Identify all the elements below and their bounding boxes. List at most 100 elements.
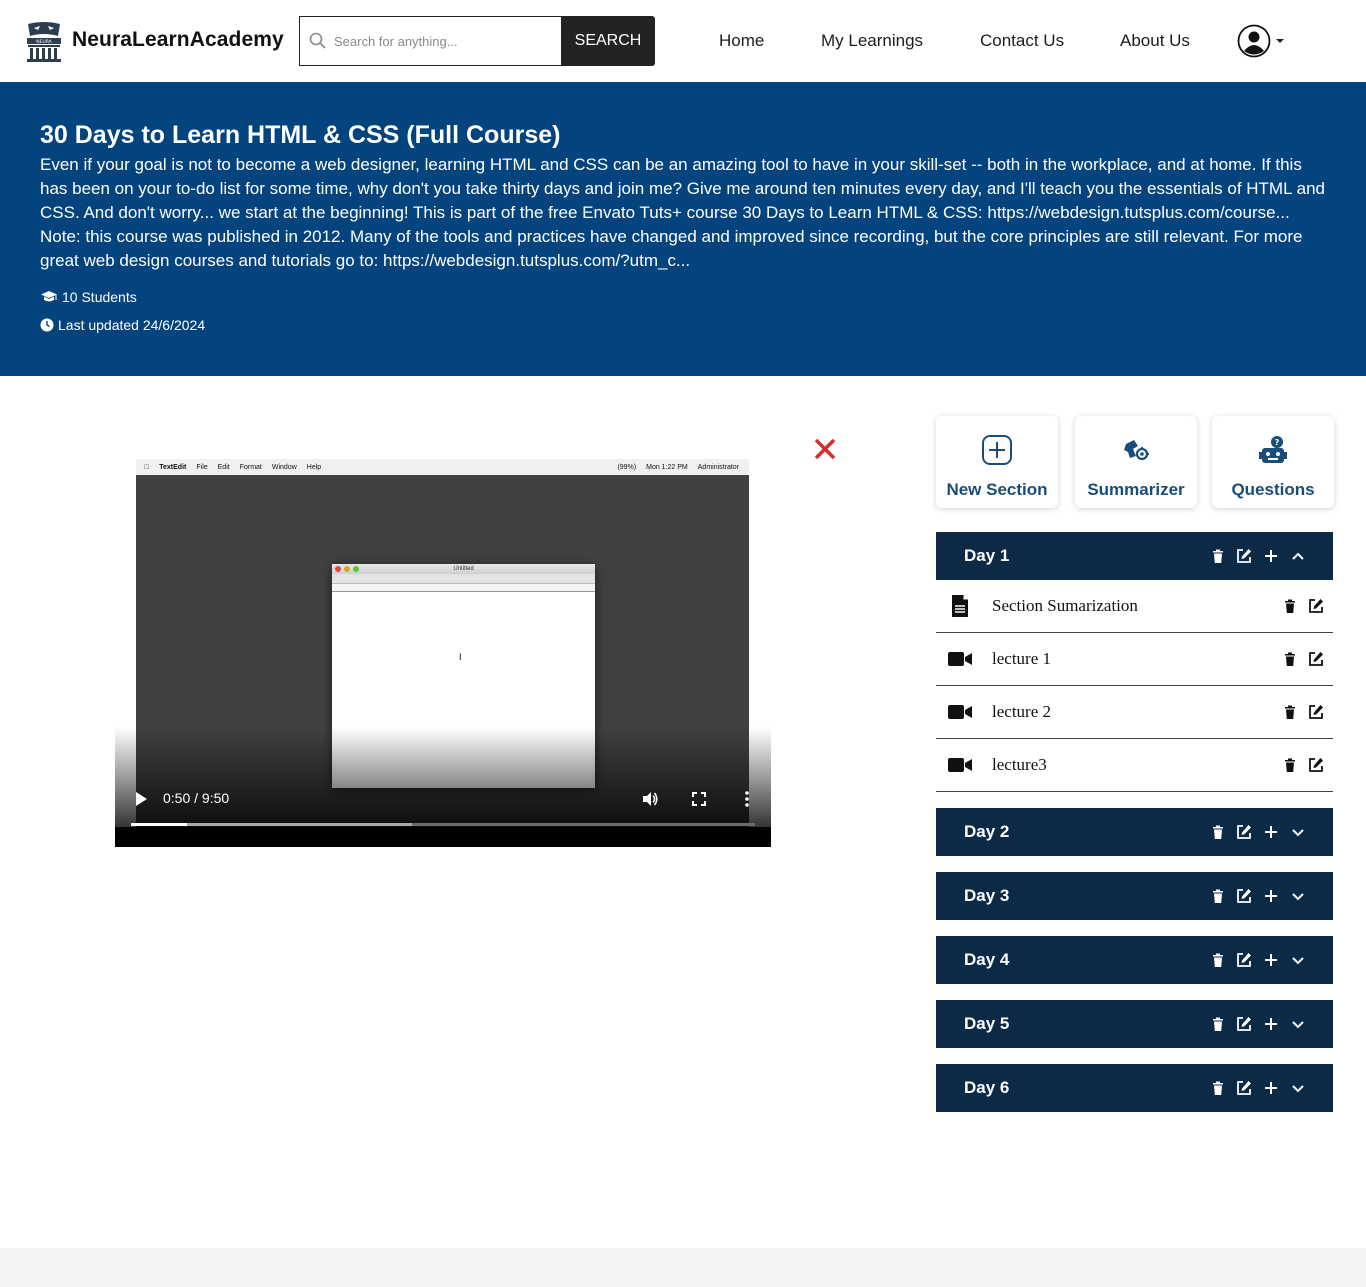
nav-about-us[interactable]: About Us (1120, 31, 1190, 51)
section-title: Day 3 (964, 886, 1010, 905)
trash-icon[interactable] (1210, 952, 1226, 968)
chevron-down-icon[interactable] (1290, 952, 1306, 968)
text-cursor-icon: I (459, 652, 462, 662)
trash-icon[interactable] (1210, 548, 1226, 564)
trash-icon[interactable] (1210, 1016, 1226, 1032)
plus-icon[interactable] (1263, 548, 1279, 564)
footer (0, 1248, 1366, 1287)
window-toolbar (332, 574, 595, 584)
plus-icon[interactable] (1263, 888, 1279, 904)
user-avatar-icon (1237, 24, 1271, 58)
window-title-text: Untitled (453, 566, 474, 572)
add-square-icon (982, 435, 1012, 465)
volume-icon[interactable] (641, 790, 659, 808)
section-day-6[interactable]: Day 6 (936, 1064, 1333, 1112)
more-options-icon[interactable] (743, 790, 751, 808)
menubar-user: Administrator (697, 463, 739, 471)
play-icon[interactable] (134, 791, 148, 807)
academy-logo-icon: NEURA (27, 22, 61, 62)
window-title: Untitled (332, 564, 595, 574)
plus-icon[interactable] (1263, 952, 1279, 968)
video-camera-icon (948, 652, 972, 666)
trash-icon[interactable] (1210, 888, 1226, 904)
edit-icon[interactable] (1236, 952, 1252, 968)
course-title: 30 Days to Learn HTML & CSS (Full Course… (40, 121, 561, 149)
chevron-down-icon[interactable] (1290, 824, 1306, 840)
brand-name[interactable]: NeuraLearnAcademy (72, 28, 284, 52)
plus-icon[interactable] (1263, 1080, 1279, 1096)
questions-button[interactable]: ? Questions (1212, 416, 1334, 508)
user-menu-button[interactable] (1237, 23, 1285, 59)
trash-icon[interactable] (1282, 598, 1298, 614)
section-title: Day 1 (964, 546, 1010, 565)
video-progress-bar[interactable] (131, 823, 755, 826)
summarizer-icon (1124, 440, 1149, 461)
video-progress-fill (131, 823, 188, 826)
lecture-item[interactable]: lecture 1 (936, 633, 1333, 686)
window-controls (335, 566, 362, 572)
lecture-item[interactable]: lecture 2 (936, 686, 1333, 739)
edit-icon[interactable] (1236, 824, 1252, 840)
lecture-title[interactable]: lecture 1 (992, 649, 1051, 669)
nav-contact-us[interactable]: Contact Us (980, 31, 1064, 51)
controls-backdrop (115, 827, 771, 847)
section-day-4[interactable]: Day 4 (936, 936, 1333, 984)
section-item-title[interactable]: Section Sumarization (992, 596, 1138, 616)
lecture-title[interactable]: lecture3 (992, 755, 1047, 775)
section-item-summary[interactable]: Section Sumarization (936, 580, 1333, 633)
search-button[interactable]: SEARCH (561, 16, 655, 66)
robot-question-icon: ? (1259, 436, 1287, 463)
edit-icon[interactable] (1308, 598, 1324, 614)
window-ruler (332, 584, 595, 592)
chevron-down-icon[interactable] (1290, 1080, 1306, 1096)
course-hero: 30 Days to Learn HTML & CSS (Full Course… (0, 82, 1366, 376)
chevron-down-icon[interactable] (1290, 888, 1306, 904)
last-updated-label: Last updated 24/6/2024 (58, 317, 206, 333)
section-day-3[interactable]: Day 3 (936, 872, 1333, 920)
new-section-button[interactable]: New Section (936, 416, 1058, 508)
section-day-2[interactable]: Day 2 (936, 808, 1333, 856)
search-box (299, 16, 561, 66)
course-description: Even if your goal is not to become a web… (40, 155, 1325, 270)
lecture-item[interactable]: lecture3 (936, 739, 1333, 792)
nav-home[interactable]: Home (719, 31, 764, 51)
video-player[interactable]:  TextEdit File Edit Format Window Help … (115, 459, 771, 847)
menubar-item: Help (301, 463, 321, 471)
section-day-1[interactable]: Day 1 (936, 532, 1333, 580)
menubar-item: Edit (212, 463, 230, 471)
last-updated: Last updated 24/6/2024 (40, 317, 205, 333)
edit-icon[interactable] (1308, 757, 1324, 773)
video-time: 0:50 / 9:50 (163, 790, 230, 806)
trash-icon[interactable] (1210, 824, 1226, 840)
questions-label: Questions (1231, 480, 1315, 499)
trash-icon[interactable] (1282, 757, 1298, 773)
close-video-icon[interactable] (812, 436, 838, 462)
trash-icon[interactable] (1282, 651, 1298, 667)
edit-icon[interactable] (1308, 651, 1324, 667)
new-section-label: New Section (946, 480, 1048, 499)
nav-my-learnings[interactable]: My Learnings (821, 31, 923, 51)
lecture-title[interactable]: lecture 2 (992, 702, 1051, 722)
file-text-icon (952, 595, 968, 617)
graduation-cap-icon (41, 291, 57, 302)
navbar: NEURA NeuraLearnAcademy SEARCH Home My L… (0, 0, 1366, 82)
menubar-item: Window (266, 463, 297, 471)
edit-icon[interactable] (1236, 1080, 1252, 1096)
edit-icon[interactable] (1236, 1016, 1252, 1032)
chevron-up-icon[interactable] (1290, 548, 1306, 564)
edit-icon[interactable] (1308, 704, 1324, 720)
edit-icon[interactable] (1236, 888, 1252, 904)
plus-icon[interactable] (1263, 824, 1279, 840)
summarizer-label: Summarizer (1087, 480, 1185, 499)
trash-icon[interactable] (1210, 1080, 1226, 1096)
summarizer-button[interactable]: Summarizer (1075, 416, 1197, 508)
chevron-down-icon[interactable] (1290, 1016, 1306, 1032)
fullscreen-icon[interactable] (692, 792, 706, 806)
logo[interactable]: NEURA (24, 20, 64, 62)
trash-icon[interactable] (1282, 704, 1298, 720)
section-day-5[interactable]: Day 5 (936, 1000, 1333, 1048)
section-title: Day 5 (964, 1014, 1010, 1033)
search-input[interactable] (334, 33, 554, 49)
plus-icon[interactable] (1263, 1016, 1279, 1032)
edit-icon[interactable] (1236, 548, 1252, 564)
